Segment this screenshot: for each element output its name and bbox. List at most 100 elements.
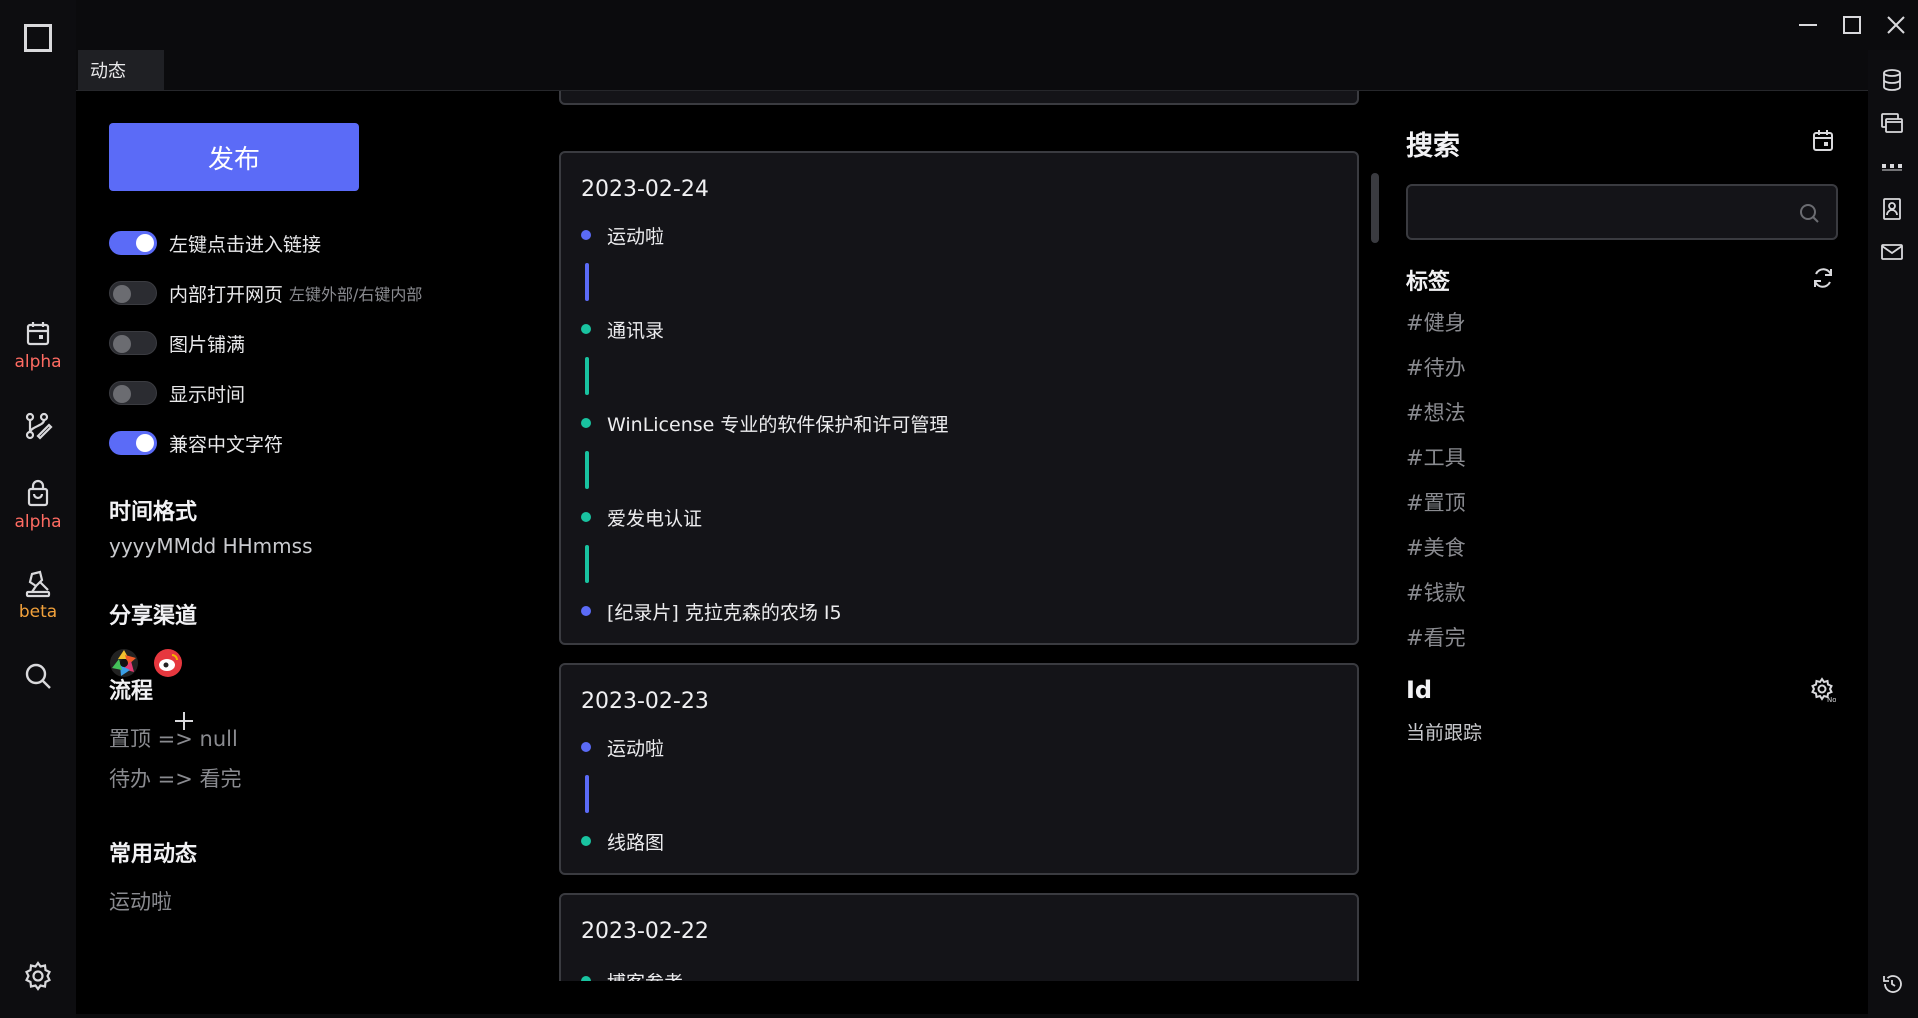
event-item[interactable]: [纪录片] 克拉克森的农场 I5 [581,599,842,624]
event-item[interactable]: WinLicense 专业的软件保护和许可管理 [581,411,949,436]
tag-item[interactable]: #看完 [1406,622,1466,652]
event-dot [581,230,591,240]
card-date: 2023-02-24 [581,177,709,202]
calendar-icon [26,322,50,346]
toggle-chinese-compat[interactable] [109,431,157,455]
dots-icon[interactable] [1880,154,1904,178]
feed-card-previous [559,91,1359,105]
feed-card: 2023-02-22 博客参考 [559,893,1359,981]
toggle-row-chinese-compat: 兼容中文字符 [109,428,283,458]
event-text: 爱发电认证 [607,507,703,530]
minimize-icon [1799,24,1817,26]
common-dynamic-item[interactable]: 运动啦 [109,886,172,916]
event-text: WinLicense 专业的软件保护和许可管理 [607,413,949,436]
feed-card: 2023-02-24 运动啦 通讯录 WinLicense 专业的软件保护和许可… [559,151,1359,645]
flow-item[interactable]: 置顶 => null [109,723,238,753]
search-title: 搜索 [1406,131,1460,162]
toggle-label: 显示时间 [169,383,246,406]
tab-dynamic[interactable]: 动态 [78,50,164,90]
stamp-icon [25,570,51,598]
left-nav-bar: alpha alpha beta [0,0,76,1018]
nav-tag-alpha: alpha [14,512,62,532]
toggle-internal-web[interactable] [109,281,157,305]
event-dot [581,418,591,428]
nav-tag-alpha: alpha [14,352,62,372]
weibo-share-icon[interactable] [153,648,183,678]
windows-stack-icon[interactable] [1880,111,1904,135]
toggle-left-click-link[interactable] [109,231,157,255]
minimize-button[interactable] [1786,0,1830,50]
tag-item[interactable]: #待办 [1406,352,1466,382]
nav-shopping-bag[interactable]: alpha [0,478,76,532]
tag-item[interactable]: #美食 [1406,532,1466,562]
toggle-show-time[interactable] [109,381,157,405]
event-dot [581,324,591,334]
nav-search[interactable] [0,660,76,692]
mail-icon[interactable] [1880,240,1904,264]
right-tool-bar [1868,50,1918,1018]
search-input[interactable] [1420,196,1790,228]
event-text: 线路图 [607,831,665,854]
contact-card-icon[interactable] [1880,197,1904,221]
feed-scrollbar[interactable] [1371,173,1379,243]
event-dot [581,606,591,616]
tag-item[interactable]: #想法 [1406,397,1466,427]
gear-no-icon[interactable]: No [1810,677,1836,703]
tag-item[interactable]: #钱款 [1406,577,1466,607]
event-text: 通讯录 [607,319,665,342]
database-icon[interactable] [1880,68,1904,92]
event-text: 博客参考 [607,968,683,982]
feed-list: 2023-02-24 运动啦 通讯录 WinLicense 专业的软件保护和许可… [559,91,1359,981]
event-item[interactable]: 运动啦 [581,735,664,760]
svg-text:No: No [1827,696,1836,703]
event-item[interactable]: 运动啦 [581,223,664,248]
refresh-icon[interactable] [1810,265,1836,291]
card-date: 2023-02-23 [581,689,709,714]
gear-icon [25,961,51,991]
toggle-row-show-time: 显示时间 [109,378,245,408]
search-box [1406,184,1838,240]
close-icon [1887,16,1905,34]
timeline-connector [585,545,589,583]
git-branch-icon [25,412,53,440]
tag-item[interactable]: #健身 [1406,307,1466,337]
history-icon[interactable] [1880,972,1904,996]
app-logo-icon[interactable] [24,24,52,52]
event-item[interactable]: 通讯录 [581,317,665,342]
flow-title: 流程 [109,679,154,704]
event-item[interactable]: 爱发电认证 [581,505,703,530]
calendar-icon[interactable] [1810,128,1836,154]
id-current-tracking: 当前跟踪 [1406,722,1483,744]
time-format-title: 时间格式 [109,500,198,525]
event-dot [581,512,591,522]
nav-git-branch[interactable] [0,410,76,442]
tag-item[interactable]: #工具 [1406,442,1466,472]
toggle-label: 图片铺满 [169,333,246,356]
close-button[interactable] [1874,0,1918,50]
toggle-label: 内部打开网页 [169,283,284,306]
event-item[interactable]: 博客参考 [581,969,683,981]
window-controls [1786,0,1918,50]
search-icon[interactable] [1798,202,1820,224]
event-dot [581,976,591,981]
flow-item[interactable]: 待办 => 看完 [109,763,242,793]
nav-settings[interactable] [0,960,76,992]
toggle-label: 兼容中文字符 [169,433,284,456]
toggle-label: 左键点击进入链接 [169,233,322,256]
nav-calendar[interactable]: alpha [0,318,76,372]
toggle-image-fill[interactable] [109,331,157,355]
publish-button[interactable]: 发布 [109,123,359,191]
toggle-row-left-click-link: 左键点击进入链接 [109,228,321,258]
time-format-value[interactable]: yyyyMMdd HHmmss [109,534,313,558]
toggle-row-internal-web: 内部打开网页 左键外部/右键内部 [109,278,422,308]
tag-item[interactable]: #置顶 [1406,487,1466,517]
event-item[interactable]: 线路图 [581,829,665,854]
timeline-connector [585,263,589,301]
common-dynamic-title: 常用动态 [109,842,198,867]
event-text: [纪录片] 克拉克森的农场 I5 [607,601,842,624]
main-panel: 发布 左键点击进入链接 内部打开网页 左键外部/右键内部 图片铺满 显示时间 兼… [76,90,1868,1014]
maximize-button[interactable] [1830,0,1874,50]
card-date: 2023-02-22 [581,919,709,944]
nav-stamp[interactable]: beta [0,568,76,622]
nav-tag-beta: beta [18,602,58,622]
